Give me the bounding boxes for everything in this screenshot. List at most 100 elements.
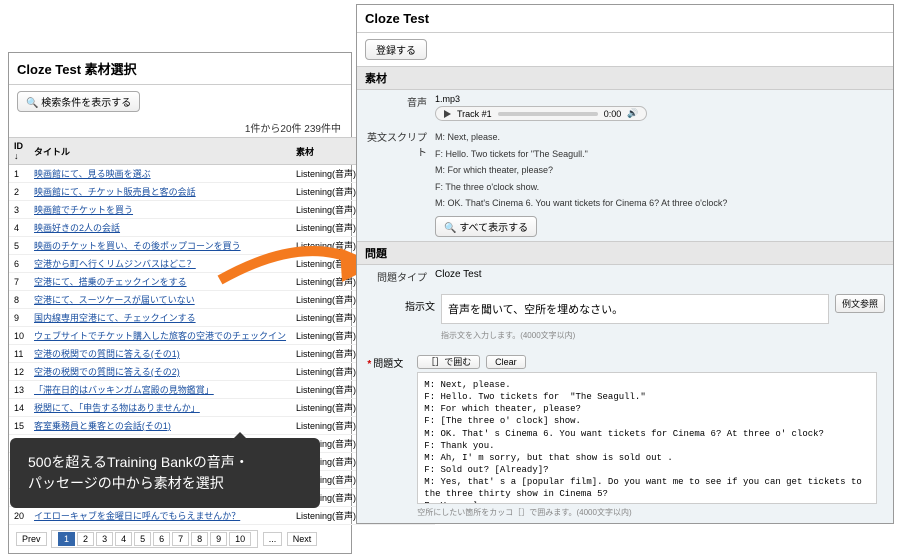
col-title[interactable]: タイトル xyxy=(29,138,291,165)
audio-label: 音声 xyxy=(365,94,435,121)
cell-mat: Listening(音声) xyxy=(291,237,361,255)
cell-title: 空港の税関での質問に答える(その1) xyxy=(29,345,291,363)
audio-time: 0:00 xyxy=(604,109,622,119)
script-label: 英文スクリプト xyxy=(365,129,435,159)
material-link[interactable]: 映画好きの2人の会話 xyxy=(34,223,120,233)
cell-id: 9 xyxy=(9,309,29,327)
material-link[interactable]: 空港から町へ行くリムジンバスはどこ？ xyxy=(34,259,196,269)
cell-mat: Listening(音声) xyxy=(291,201,361,219)
material-link[interactable]: 映画館にて、チケット販売員と客の会話 xyxy=(34,187,196,197)
cell-id: 3 xyxy=(9,201,29,219)
cell-id: 15 xyxy=(9,417,29,435)
body-label: *問題文 xyxy=(365,351,403,370)
play-icon[interactable] xyxy=(444,110,451,118)
col-material[interactable]: 素材 xyxy=(291,138,361,165)
material-link[interactable]: 客室乗務員と乗客との会話(その1) xyxy=(34,421,171,431)
pager-page[interactable]: 6 xyxy=(153,532,170,546)
script-line: M: For which theater, please? xyxy=(435,162,885,179)
material-link[interactable]: イエローキャブを金曜日に呼んでもらえませんか？ xyxy=(34,511,240,521)
cell-mat: Listening(音声) xyxy=(291,399,361,417)
material-link[interactable]: 映画のチケットを買い、その後ポップコーンを買う xyxy=(34,241,241,251)
qtype-field: 問題タイプ Cloze Test xyxy=(357,265,893,288)
instruction-note: 指示文を入力します。(4000文字以内) xyxy=(357,330,893,345)
audio-filename: 1.mp3 xyxy=(435,94,885,104)
material-link[interactable]: 国内線専用空港にて、チェックインする xyxy=(34,313,196,323)
cell-mat: Listening(音声) xyxy=(291,183,361,201)
cell-title: 「滞在日的はバッキンガム宮殿の見物鑑賞」 xyxy=(29,381,291,399)
audio-track: Track #1 xyxy=(457,109,492,119)
cell-id: 20 xyxy=(9,507,29,525)
show-search-conditions-button[interactable]: 🔍 検索条件を表示する xyxy=(17,91,140,112)
material-link[interactable]: ウェブサイトでチケット購入した旅客の空港でのチェックイン xyxy=(34,331,286,341)
pager-prev[interactable]: Prev xyxy=(16,532,47,546)
pager-next[interactable]: Next xyxy=(287,532,318,546)
pager-page[interactable]: 2 xyxy=(77,532,94,546)
instruction-input[interactable]: 音声を聞いて、空所を埋めなさい。 xyxy=(441,294,829,324)
section-question: 問題 xyxy=(357,241,893,265)
audio-player[interactable]: Track #1 0:00 🔊 xyxy=(435,106,647,121)
cloze-edit-panel: Cloze Test 登録する 素材 音声 1.mp3 Track #1 0:0… xyxy=(356,4,894,524)
qtype-label: 問題タイプ xyxy=(365,269,435,284)
body-textarea[interactable]: M: Next, please. F: Hello. Two tickets f… xyxy=(417,372,877,504)
pager-page[interactable]: 4 xyxy=(115,532,132,546)
cell-title: 映画館でチケットを買う xyxy=(29,201,291,219)
callout-line2: パッセージの中から素材を選択 xyxy=(28,473,302,494)
material-link[interactable]: 税関にて、「申告する物はありませんか」 xyxy=(34,403,200,413)
register-button[interactable]: 登録する xyxy=(365,39,427,60)
cell-id: 12 xyxy=(9,363,29,381)
cell-title: 映画好きの2人の会話 xyxy=(29,219,291,237)
cell-id: 7 xyxy=(9,273,29,291)
example-ref-button[interactable]: 例文参照 xyxy=(835,294,885,313)
cell-title: 客室乗務員と乗客との会話(その1) xyxy=(29,417,291,435)
script-field: 英文スクリプト M: Next, please.F: Hello. Two ti… xyxy=(357,125,893,241)
cell-title: 空港から町へ行くリムジンバスはどこ？ xyxy=(29,255,291,273)
pager-page[interactable]: 8 xyxy=(191,532,208,546)
callout-bubble: 500を超えるTraining Bankの音声・ パッセージの中から素材を選択 xyxy=(10,438,320,508)
panel-title: Cloze Test xyxy=(357,5,893,33)
cell-title: 国内線専用空港にて、チェックインする xyxy=(29,309,291,327)
cell-mat: Listening(音声) xyxy=(291,345,361,363)
qtype-value: Cloze Test xyxy=(435,269,885,284)
show-all-button[interactable]: 🔍 すべて表示する xyxy=(435,216,537,237)
volume-icon[interactable]: 🔊 xyxy=(627,108,638,119)
search-btn-label: 検索条件を表示する xyxy=(41,98,131,109)
pager-page[interactable]: 3 xyxy=(96,532,113,546)
body-note2: 例) This [textbook] tells you how to [wri… xyxy=(417,521,877,524)
show-all-label: すべて表示する xyxy=(459,223,528,234)
col-id[interactable]: ID ↓ xyxy=(9,138,29,165)
cell-id: 6 xyxy=(9,255,29,273)
script-line: F: Hello. Two tickets for "The Seagull." xyxy=(435,146,885,163)
cell-title: 映画館にて、チケット販売員と客の会話 xyxy=(29,183,291,201)
material-link[interactable]: 映画館でチケットを買う xyxy=(34,205,133,215)
audio-progress[interactable] xyxy=(498,112,598,116)
instruction-label: 指示文 xyxy=(365,294,435,313)
material-link[interactable]: 空港にて、スーツケースが届いていない xyxy=(34,295,195,305)
clear-button[interactable]: Clear xyxy=(486,355,526,369)
cell-id: 13 xyxy=(9,381,29,399)
material-link[interactable]: 「滞在日的はバッキンガム宮殿の見物鑑賞」 xyxy=(34,385,214,395)
cell-mat: Listening(音声) xyxy=(291,381,361,399)
material-link[interactable]: 空港の税関での質問に答える(その2) xyxy=(34,367,180,377)
instruction-field: 指示文 音声を聞いて、空所を埋めなさい。 例文参照 xyxy=(357,288,893,330)
script-line: M: Next, please. xyxy=(435,129,885,146)
cell-id: 14 xyxy=(9,399,29,417)
material-link[interactable]: 空港の税関での質問に答える(その1) xyxy=(34,349,180,359)
pager: Prev 12345678910 ... Next xyxy=(9,525,351,553)
cell-mat: Listening(音声) xyxy=(291,309,361,327)
cell-mat: Listening(音声) xyxy=(291,291,361,309)
bracket-button[interactable]: ［］で囲む xyxy=(417,355,480,369)
cell-mat: Listening(音声) xyxy=(291,417,361,435)
pager-page[interactable]: 5 xyxy=(134,532,151,546)
body-field: *問題文 ［］で囲む Clear M: Next, please. F: Hel… xyxy=(357,345,893,524)
cell-title: 税関にて、「申告する物はありませんか」 xyxy=(29,399,291,417)
cell-mat: Listening(音声) xyxy=(291,327,361,345)
pager-page[interactable]: 7 xyxy=(172,532,189,546)
cell-mat: Listening(音声) xyxy=(291,165,361,183)
pager-page[interactable]: 10 xyxy=(229,532,251,546)
material-link[interactable]: 映画館にて、見る映画を選ぶ xyxy=(34,169,151,179)
pager-page[interactable]: 1 xyxy=(58,532,75,546)
material-link[interactable]: 空港にて、搭乗のチェックインをする xyxy=(34,277,187,287)
panel-title: Cloze Test 素材選択 xyxy=(9,53,351,85)
result-count: 1件から20件 239件中 xyxy=(9,118,351,137)
pager-page[interactable]: 9 xyxy=(210,532,227,546)
